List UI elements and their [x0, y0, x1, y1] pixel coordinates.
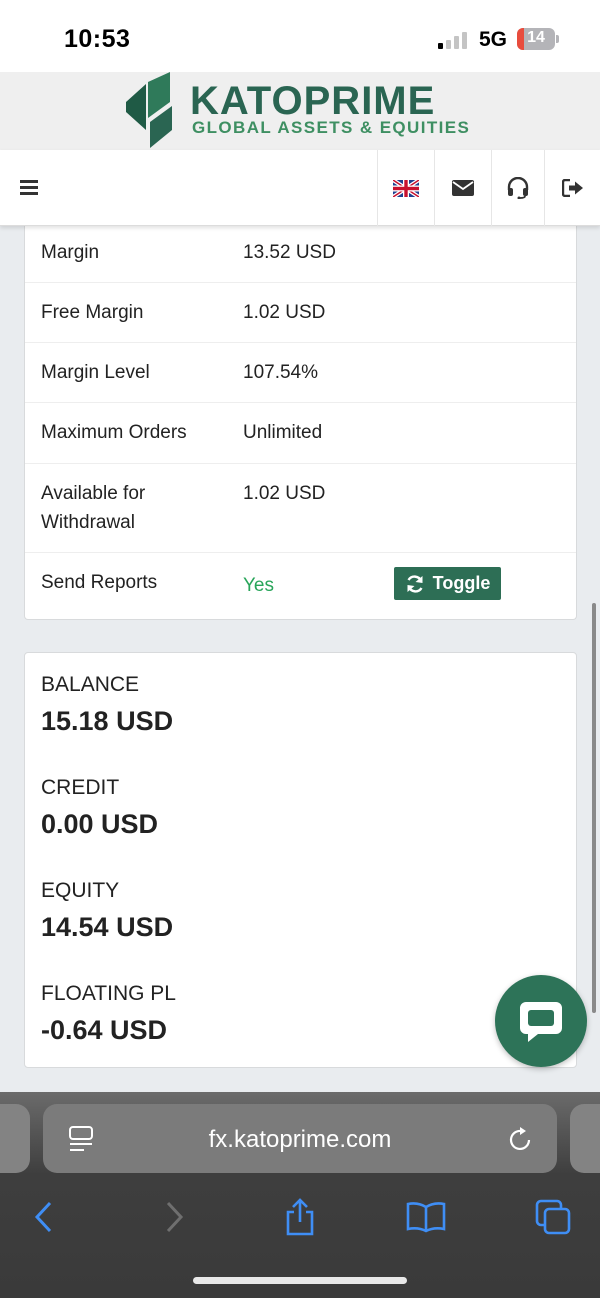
table-row: Send Reports Yes Toggle	[25, 553, 576, 619]
next-tab-preview[interactable]	[570, 1104, 600, 1173]
row-label: Available for Withdrawal	[41, 483, 146, 533]
chevron-left-icon	[34, 1201, 52, 1233]
credit-label: CREDIT	[41, 776, 120, 799]
row-label: Free Margin	[41, 302, 144, 323]
account-info-table: Margin 13.52 USD Free Margin 1.02 USD Ma…	[24, 220, 577, 620]
row-value: Unlimited	[243, 422, 323, 443]
send-reports-status: Yes	[243, 575, 274, 596]
messages-button[interactable]	[434, 150, 491, 226]
row-value: 1.02 USD	[243, 302, 326, 323]
top-navbar	[0, 150, 600, 226]
row-value: 107.54%	[243, 362, 319, 383]
balance-label: BALANCE	[41, 673, 140, 696]
support-button[interactable]	[491, 150, 544, 226]
clock: 10:53	[64, 25, 131, 53]
url-text: fx.katoprime.com	[208, 1126, 392, 1153]
forward-button[interactable]	[152, 1195, 196, 1239]
home-indicator[interactable]	[193, 1277, 407, 1284]
floating-pl-value: -0.64 USD	[41, 1015, 168, 1045]
balance-value: 15.18 USD	[41, 706, 174, 736]
floating-pl-label: FLOATING PL	[41, 982, 176, 1005]
cellular-signal-icon	[438, 31, 468, 49]
menu-icon[interactable]	[20, 180, 40, 196]
row-label: Margin Level	[41, 362, 150, 383]
reload-icon[interactable]	[509, 1126, 533, 1152]
equity-label: EQUITY	[41, 879, 120, 902]
tabs-icon	[535, 1199, 571, 1235]
logo-mark-icon	[126, 72, 172, 148]
headset-icon	[507, 177, 529, 199]
back-button[interactable]	[22, 1195, 66, 1239]
toggle-reports-button[interactable]: Toggle	[394, 567, 501, 600]
row-label: Send Reports	[41, 572, 158, 593]
language-button[interactable]	[377, 150, 434, 226]
network-type: 5G	[479, 28, 508, 51]
table-row: Free Margin 1.02 USD	[25, 283, 576, 343]
table-row: Margin 13.52 USD	[25, 220, 576, 283]
share-icon	[286, 1198, 314, 1236]
battery-icon: 14	[517, 28, 555, 50]
brand-tagline: GLOBAL ASSETS & EQUITIES	[192, 118, 471, 137]
sign-out-icon	[561, 179, 583, 197]
page-scrollbar[interactable]	[592, 603, 596, 1013]
uk-flag-icon	[393, 179, 419, 197]
row-value: 1.02 USD	[243, 483, 326, 504]
address-bar[interactable]: fx.katoprime.com	[43, 1104, 557, 1173]
previous-tab-preview[interactable]	[0, 1104, 30, 1173]
logout-button[interactable]	[544, 150, 600, 226]
table-row: Available for Withdrawal 1.02 USD	[25, 464, 576, 553]
refresh-icon	[407, 574, 423, 593]
row-label: Maximum Orders	[41, 422, 187, 443]
tabs-button[interactable]	[531, 1195, 575, 1239]
brand-header: KATOPRIME GLOBAL ASSETS & EQUITIES	[0, 72, 600, 150]
share-button[interactable]	[278, 1195, 322, 1239]
chat-bubble-icon	[520, 1002, 562, 1042]
toggle-label: Toggle	[432, 573, 491, 593]
row-value: 13.52 USD	[243, 242, 336, 263]
brand-name: KATOPRIME	[190, 79, 436, 123]
envelope-icon	[452, 180, 474, 196]
table-row: Margin Level 107.54%	[25, 343, 576, 403]
battery-level: 14	[527, 29, 545, 46]
book-icon	[406, 1202, 446, 1233]
bookmarks-button[interactable]	[404, 1195, 448, 1239]
chevron-right-icon	[166, 1201, 184, 1233]
equity-value: 14.54 USD	[41, 912, 174, 942]
row-label: Margin	[41, 242, 100, 263]
credit-value: 0.00 USD	[41, 809, 159, 839]
live-chat-button[interactable]	[495, 975, 587, 1067]
table-row: Maximum Orders Unlimited	[25, 403, 576, 464]
status-bar: 10:53 5G 14	[0, 0, 600, 72]
account-summary-card: BALANCE 15.18 USD CREDIT 0.00 USD EQUITY…	[24, 652, 577, 1068]
browser-bottom-bar: fx.katoprime.com	[0, 1092, 600, 1298]
